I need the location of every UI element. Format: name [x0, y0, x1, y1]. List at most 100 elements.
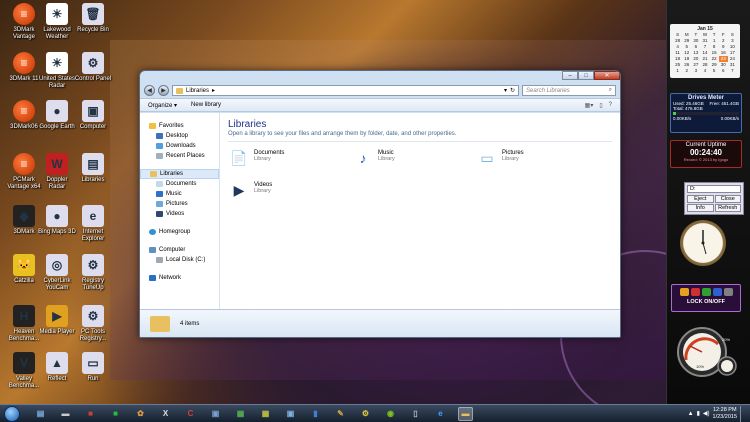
view-options-icon[interactable]: ▦▾	[585, 102, 594, 109]
desktop-icon-item[interactable]: ⚙ Registry TuneUp	[74, 254, 112, 292]
calendar-day[interactable]: 2	[682, 68, 691, 74]
close-window-button[interactable]: ✕	[594, 71, 620, 80]
library-tile[interactable]: 📄 Documents Library	[228, 148, 352, 168]
nvidia-icon[interactable]: ◉	[383, 407, 398, 421]
power-icon[interactable]	[690, 288, 700, 296]
calendar-day[interactable]: 1	[673, 68, 682, 74]
desktop-icon-item[interactable]: ● Bing Maps 3D	[38, 205, 76, 236]
nav-recent-places[interactable]: Recent Places	[140, 151, 219, 161]
clock[interactable]: 12:28 PM 1/23/2015	[713, 407, 737, 421]
pdf-icon[interactable]: ■	[83, 407, 98, 421]
calendar-day[interactable]: 6	[719, 68, 728, 74]
desktop-icon-item[interactable]: ▶ Media Player	[38, 305, 76, 336]
desktop-icon-item[interactable]: ▤ Libraries	[74, 153, 112, 184]
nav-videos[interactable]: Videos	[140, 209, 219, 219]
start-button[interactable]	[4, 405, 20, 422]
desktop-icon-item[interactable]: ● Google Earth	[38, 100, 76, 131]
volume-icon[interactable]: ◀)	[703, 410, 710, 417]
desktop-icon-item[interactable]: ▣ Computer	[74, 100, 112, 131]
calendar-day[interactable]: 5	[710, 68, 719, 74]
clock-time: 12:28 PM	[712, 406, 737, 413]
ie-task-icon[interactable]: e	[433, 407, 448, 421]
nav-documents[interactable]: Documents	[140, 179, 219, 189]
new-library-button[interactable]: New library	[191, 102, 221, 108]
nav-network[interactable]: Network	[140, 273, 219, 283]
nav-local-disk[interactable]: Local Disk (C:)	[140, 255, 219, 265]
desktop-icon-item[interactable]: 🗑 Recycle Bin	[74, 3, 112, 34]
breadcrumb-chevron-icon[interactable]: ▸	[212, 87, 215, 94]
library-tile[interactable]: ▶ Videos Library	[228, 180, 352, 200]
nav-pictures[interactable]: Pictures	[140, 199, 219, 209]
tray-expand-icon[interactable]: ▲	[688, 411, 694, 417]
bars-icon[interactable]: ▮	[308, 407, 323, 421]
desktop-icon-item[interactable]: ⚙ PC Tools Registry...	[74, 305, 112, 343]
search-input[interactable]: Search Libraries ⌕	[522, 85, 616, 96]
drives-meter-gadget[interactable]: Drives Meter Used: 25.46GB Free: 451.4GB…	[670, 93, 742, 133]
desktop-icon-item[interactable]: ▭ Run	[74, 352, 112, 383]
phone-icon[interactable]: ▯	[408, 407, 423, 421]
drive-select[interactable]: D:	[687, 185, 741, 193]
calendar-day[interactable]: 3	[691, 68, 700, 74]
sleep-icon[interactable]	[712, 288, 722, 296]
desktop-icon-item[interactable]: W Doppler Radar	[38, 153, 76, 191]
forward-button[interactable]: ▶	[158, 85, 169, 96]
refresh-button[interactable]: Refresh	[714, 204, 741, 212]
back-button[interactable]: ◀	[144, 85, 155, 96]
folder-task-icon[interactable]: ▬	[458, 406, 473, 421]
clock-gadget[interactable]	[680, 220, 726, 266]
chip-icon[interactable]: ▦	[258, 407, 273, 421]
calendar-day[interactable]: 4	[700, 68, 709, 74]
search-icon[interactable]: ⌕	[609, 87, 612, 94]
maximize-button[interactable]: □	[578, 71, 594, 80]
preview-pane-icon[interactable]: ▯	[599, 102, 602, 109]
explorer-icon[interactable]: ▤	[33, 407, 48, 421]
eject-button[interactable]: Eject	[687, 195, 714, 203]
desktop-icon-item[interactable]: e Internet Explorer	[74, 205, 112, 243]
nav-music[interactable]: Music	[140, 189, 219, 199]
desktop-icon-item[interactable]: ☀ Lakewood Weather	[38, 3, 76, 41]
show-desktop-button[interactable]	[740, 405, 746, 422]
minimize-button[interactable]: –	[562, 71, 578, 80]
nav-favorites[interactable]: Favorites	[140, 121, 219, 131]
nav-homegroup[interactable]: Homegroup	[140, 227, 219, 237]
close-button[interactable]: Close	[714, 195, 741, 203]
gpu-icon[interactable]: ▦	[233, 407, 248, 421]
tools-icon[interactable]: ✎	[333, 407, 348, 421]
window-titlebar[interactable]: – □ ✕	[140, 71, 620, 83]
help-icon[interactable]: ?	[609, 102, 612, 109]
library-tile[interactable]: ▭ Pictures Library	[476, 148, 600, 168]
address-dropdown-icon[interactable]: ▾	[504, 87, 507, 94]
pc-icon[interactable]: ▣	[208, 407, 223, 421]
ccleaner-icon[interactable]: C	[183, 407, 198, 421]
nav-libraries[interactable]: Libraries	[140, 169, 219, 179]
lock-gadget[interactable]: LOCK ON/OFF	[671, 284, 741, 312]
nav-computer[interactable]: Computer	[140, 245, 219, 255]
desktop-icon-item[interactable]: ▲ Reflect	[38, 352, 76, 383]
organize-button[interactable]: Organize ▾	[148, 102, 177, 109]
nav-downloads[interactable]: Downloads	[140, 141, 219, 151]
restart-icon[interactable]	[701, 288, 711, 296]
monitor-icon[interactable]: ▣	[283, 407, 298, 421]
lock-icon[interactable]	[679, 288, 689, 296]
desktop-icon-item[interactable]: ◎ CyberLink YouCam	[38, 254, 76, 292]
xtu-icon[interactable]: X	[158, 407, 173, 421]
info-button[interactable]: Info	[687, 204, 714, 212]
refresh-icon[interactable]: ↻	[510, 87, 515, 94]
address-bar[interactable]: Libraries ▸ ▾ ↻	[172, 85, 519, 96]
network-tray-icon[interactable]: ▮	[697, 410, 700, 417]
settings-icon[interactable]: ⚙	[358, 407, 373, 421]
explorer-window[interactable]: – □ ✕ ◀ ▶ Libraries ▸ ▾ ↻ Search Librari…	[139, 70, 621, 338]
logoff-icon[interactable]	[723, 288, 733, 296]
uptime-gadget[interactable]: Current Uptime 00:24:40 Record: © 2013 b…	[670, 140, 742, 168]
calendar-day[interactable]: 7	[728, 68, 737, 74]
desktop-icon-item[interactable]: ☀ United States Radar	[38, 52, 76, 90]
app-green-icon[interactable]: ■	[108, 407, 123, 421]
paint-icon[interactable]: ✿	[133, 407, 148, 421]
calendar-gadget[interactable]: Jan 15 SMTWTFS 28 29 30 31 1 2 3 4 5 6 7 8 9 10 11 12 13…	[670, 24, 740, 78]
breadcrumb-libraries[interactable]: Libraries	[186, 88, 209, 94]
printer-icon[interactable]: ▬	[58, 407, 73, 421]
library-tile[interactable]: ♪ Music Library	[352, 148, 476, 168]
nav-desktop[interactable]: Desktop	[140, 131, 219, 141]
cpu-meter-gadget[interactable]: 10% 20%	[672, 320, 742, 380]
desktop-icon-item[interactable]: ⚙ Control Panel	[74, 52, 112, 83]
